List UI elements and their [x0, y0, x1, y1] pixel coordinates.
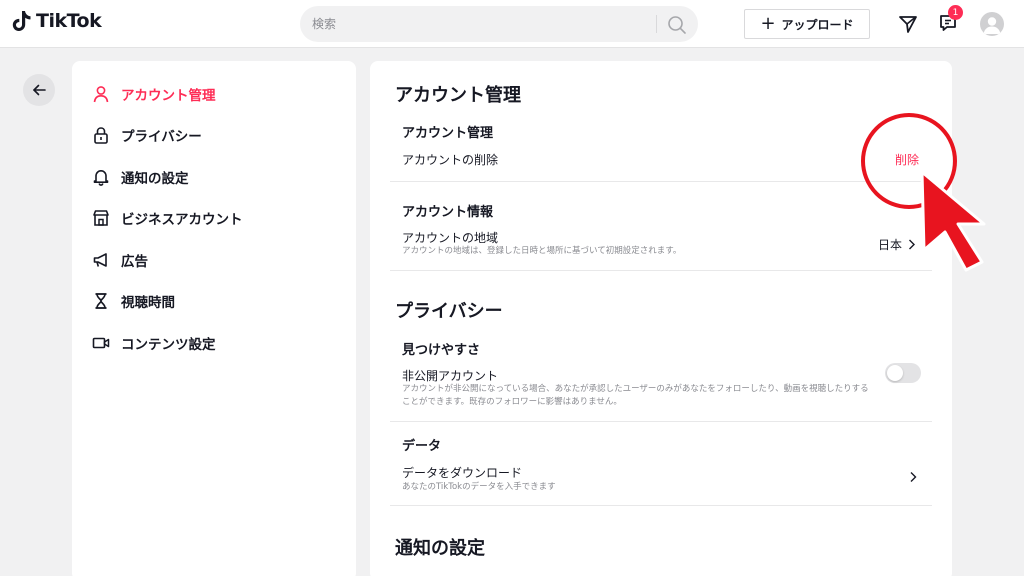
private-account-label: 非公開アカウント	[402, 369, 499, 383]
sidebar-item-label: 広告	[121, 254, 148, 270]
sidebar-item-privacy[interactable]: プライバシー	[92, 123, 202, 147]
toggle-knob	[887, 365, 903, 381]
section-title-notifications: 通知の設定	[395, 538, 485, 559]
pointer-arrow-icon	[920, 170, 986, 272]
account-region-label: アカウントの地域	[402, 231, 499, 245]
sidebar-item-label: 通知の設定	[121, 171, 189, 187]
subsection-title-data: データ	[402, 439, 442, 454]
account-region-value: 日本	[878, 238, 903, 252]
delete-account-label: アカウントの削除	[402, 153, 499, 167]
tiktok-logo[interactable]: TikTok	[12, 10, 102, 32]
private-account-toggle[interactable]	[885, 363, 921, 383]
megaphone-icon	[93, 253, 107, 267]
logo-text: TikTok	[36, 10, 102, 32]
bell-icon	[93, 170, 109, 186]
video-camera-icon	[92, 337, 110, 349]
sidebar-item-label: プライバシー	[121, 129, 202, 145]
section-title-privacy: プライバシー	[395, 301, 503, 322]
settings-panel: アカウント管理 アカウント管理 アカウントの削除 削除 アカウント情報 アカウン…	[370, 61, 952, 576]
hourglass-icon	[95, 293, 107, 309]
sidebar-item-notifications[interactable]: 通知の設定	[92, 165, 189, 189]
sidebar-item-ads[interactable]: 広告	[92, 248, 148, 272]
download-data-label: データをダウンロード	[402, 466, 523, 480]
subsection-title-account-info: アカウント情報	[402, 205, 494, 220]
upload-label: アップロード	[781, 17, 854, 32]
paper-plane-icon[interactable]	[898, 14, 918, 34]
subsection-title-account-manage: アカウント管理	[402, 126, 494, 141]
store-icon	[93, 210, 109, 226]
chevron-right-icon[interactable]	[908, 471, 918, 483]
plus-icon: +	[760, 13, 776, 34]
sidebar-item-label: ビジネスアカウント	[121, 212, 243, 228]
search-divider	[656, 15, 657, 33]
account-region-row-action[interactable]: 日本	[878, 236, 916, 253]
arrow-left-icon	[33, 84, 46, 96]
sidebar-item-watch-time[interactable]: 視聴時間	[92, 289, 175, 313]
sidebar-item-content[interactable]: コンテンツ設定	[92, 331, 216, 355]
upload-button[interactable]: + アップロード	[744, 9, 870, 39]
back-button[interactable]	[23, 74, 55, 106]
divider	[390, 421, 932, 422]
sidebar-item-label: アカウント管理	[121, 88, 216, 104]
download-data-description: あなたのTikTokのデータを入手できます	[402, 482, 556, 492]
settings-sidebar: アカウント管理 プライバシー 通知の設定 ビジネスアカウント 広告 視聴時間 コ…	[72, 61, 356, 576]
top-bar: TikTok + アップロード 1	[0, 0, 1024, 48]
notification-badge: 1	[948, 5, 963, 20]
search-input[interactable]	[300, 6, 640, 42]
sidebar-item-label: コンテンツ設定	[121, 337, 216, 353]
account-region-description: アカウントの地域は、登録した日時と場所に基づいて初期設定されます。	[402, 246, 682, 256]
divider	[390, 270, 932, 271]
person-icon	[93, 86, 109, 103]
search-bar	[300, 6, 698, 42]
divider	[390, 181, 932, 182]
subsection-title-discoverability: 見つけやすさ	[402, 343, 481, 358]
divider	[390, 505, 932, 506]
sidebar-item-business[interactable]: ビジネスアカウント	[92, 206, 243, 230]
tiktok-note-icon	[12, 11, 31, 31]
lock-icon	[94, 127, 108, 144]
private-account-description: アカウントが非公開になっている場合、あなたが承認したユーザーのみがあなたをフォロ…	[402, 384, 869, 407]
sidebar-item-label: 視聴時間	[121, 295, 175, 311]
section-title-account: アカウント管理	[395, 85, 521, 106]
user-avatar-icon	[983, 17, 1001, 34]
search-icon[interactable]	[666, 14, 688, 36]
sidebar-item-account[interactable]: アカウント管理	[92, 82, 216, 106]
avatar[interactable]	[980, 12, 1004, 36]
